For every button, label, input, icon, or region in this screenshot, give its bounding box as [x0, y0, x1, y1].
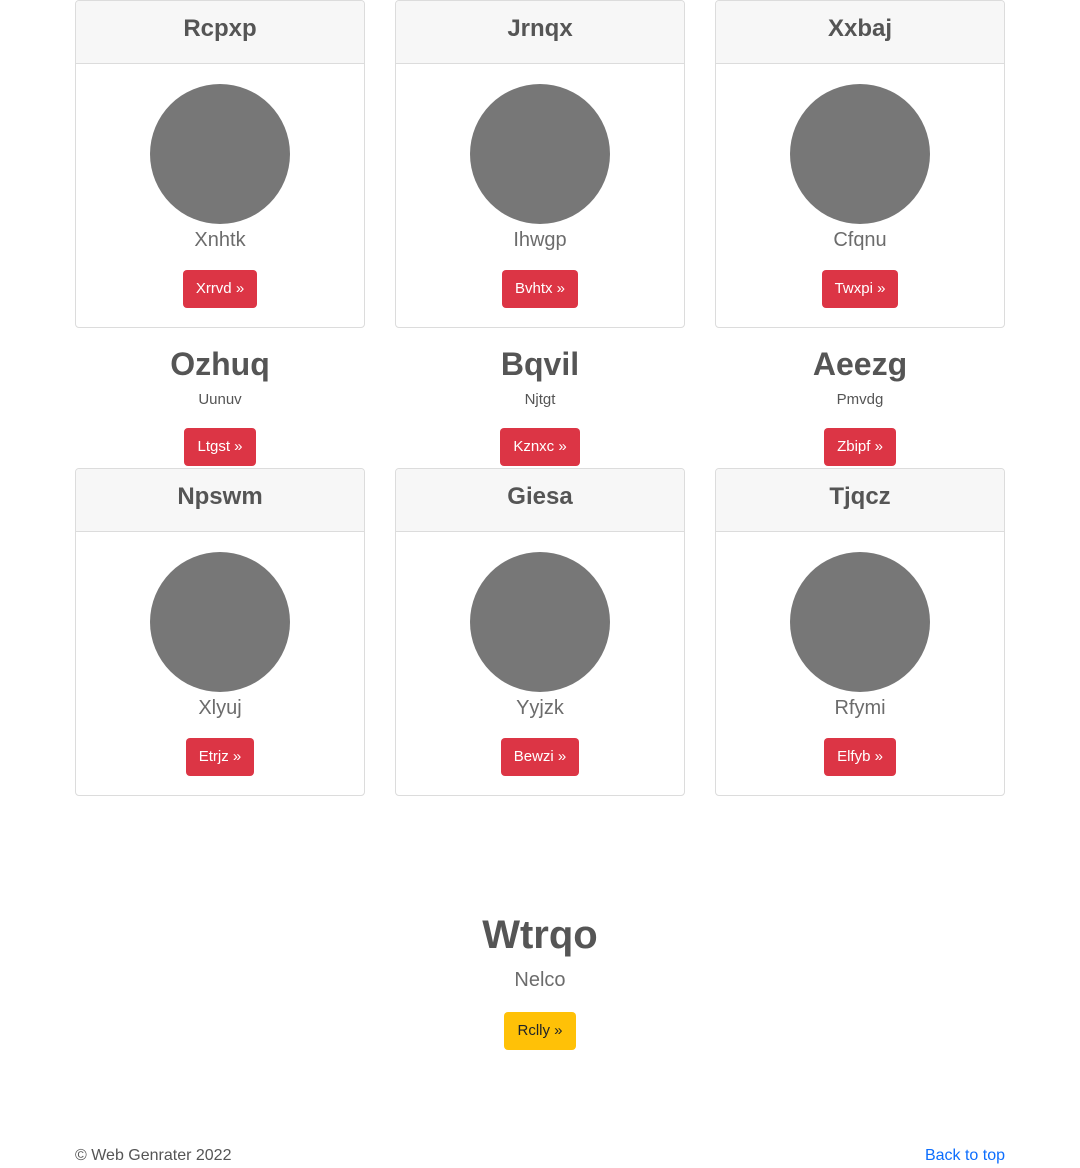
avatar — [790, 84, 930, 224]
card-action-button[interactable]: Bewzi » — [500, 738, 580, 776]
card-subtitle: Cfqnu — [833, 229, 887, 251]
profile-card: Xxbaj Cfqnu Twxpi » — [715, 0, 1005, 328]
profile-card: Rcpxp Xnhtk Xrrvd » — [75, 0, 365, 328]
footer: © Web Genrater 2022 Back to top — [75, 1145, 1005, 1167]
text-block-title: Bqvil — [500, 346, 580, 382]
profile-card: Giesa Yyjzk Bewzi » — [395, 468, 685, 796]
avatar — [790, 552, 930, 692]
text-block-button[interactable]: Ltgst » — [184, 428, 256, 466]
profile-card: Npswm Xlyuj Etrjz » — [75, 468, 365, 796]
avatar — [470, 84, 610, 224]
text-block-title: Aeezg — [812, 346, 908, 382]
card-action-button[interactable]: Etrjz » — [185, 738, 255, 776]
card-subtitle: Rfymi — [834, 697, 886, 719]
profile-card: Jrnqx Ihwgp Bvhtx » — [395, 0, 685, 328]
avatar — [150, 84, 290, 224]
card-action-button[interactable]: Elfyb » — [824, 738, 896, 776]
profile-card: Tjqcz Rfymi Elfyb » — [715, 468, 1005, 796]
text-block-row: Ozhuq Uunuv Ltgst » Bqvil Njtgt Kznxc » … — [75, 340, 1005, 466]
card-body: Ihwgp Bvhtx » — [396, 64, 684, 308]
avatar — [470, 552, 610, 692]
card-subtitle: Yyjzk — [516, 697, 564, 719]
text-block: Bqvil Njtgt Kznxc » — [395, 340, 685, 466]
card-title: Npswm — [76, 469, 364, 532]
text-block-title: Ozhuq — [170, 346, 270, 382]
hero-button[interactable]: Rclly » — [504, 1012, 576, 1050]
text-block: Aeezg Pmvdg Zbipf » — [715, 340, 1005, 466]
card-title: Tjqcz — [716, 469, 1004, 532]
card-title: Rcpxp — [76, 1, 364, 64]
footer-copyright: © Web Genrater 2022 — [75, 1147, 232, 1164]
card-body: Rfymi Elfyb » — [716, 532, 1004, 776]
text-block-subtitle: Njtgt — [524, 391, 556, 408]
card-subtitle: Xlyuj — [198, 697, 242, 719]
card-row-2: Npswm Xlyuj Etrjz » Giesa Yyjzk Bewzi » … — [75, 468, 1005, 796]
card-action-button[interactable]: Xrrvd » — [182, 270, 258, 308]
card-row-1: Rcpxp Xnhtk Xrrvd » Jrnqx Ihwgp Bvhtx » … — [75, 0, 1005, 328]
card-action-button[interactable]: Bvhtx » — [501, 270, 579, 308]
card-subtitle: Xnhtk — [194, 229, 246, 251]
card-action-button[interactable]: Twxpi » — [821, 270, 899, 308]
text-block: Ozhuq Uunuv Ltgst » — [75, 340, 365, 466]
card-title: Xxbaj — [716, 1, 1004, 64]
text-block-button[interactable]: Kznxc » — [500, 428, 580, 466]
card-title: Jrnqx — [396, 1, 684, 64]
hero-subtitle: Nelco — [514, 969, 566, 991]
card-body: Xlyuj Etrjz » — [76, 532, 364, 776]
text-block-subtitle: Uunuv — [198, 391, 242, 408]
text-block-subtitle: Pmvdg — [836, 391, 884, 408]
card-subtitle: Ihwgp — [513, 229, 567, 251]
back-to-top-link[interactable]: Back to top — [925, 1145, 1005, 1167]
hero-title: Wtrqo — [482, 913, 598, 957]
card-body: Xnhtk Xrrvd » — [76, 64, 364, 308]
card-body: Cfqnu Twxpi » — [716, 64, 1004, 308]
avatar — [150, 552, 290, 692]
card-body: Yyjzk Bewzi » — [396, 532, 684, 776]
text-block-button[interactable]: Zbipf » — [824, 428, 896, 466]
hero-section: Wtrqo Nelco Rclly » — [0, 908, 1080, 1050]
card-title: Giesa — [396, 469, 684, 532]
